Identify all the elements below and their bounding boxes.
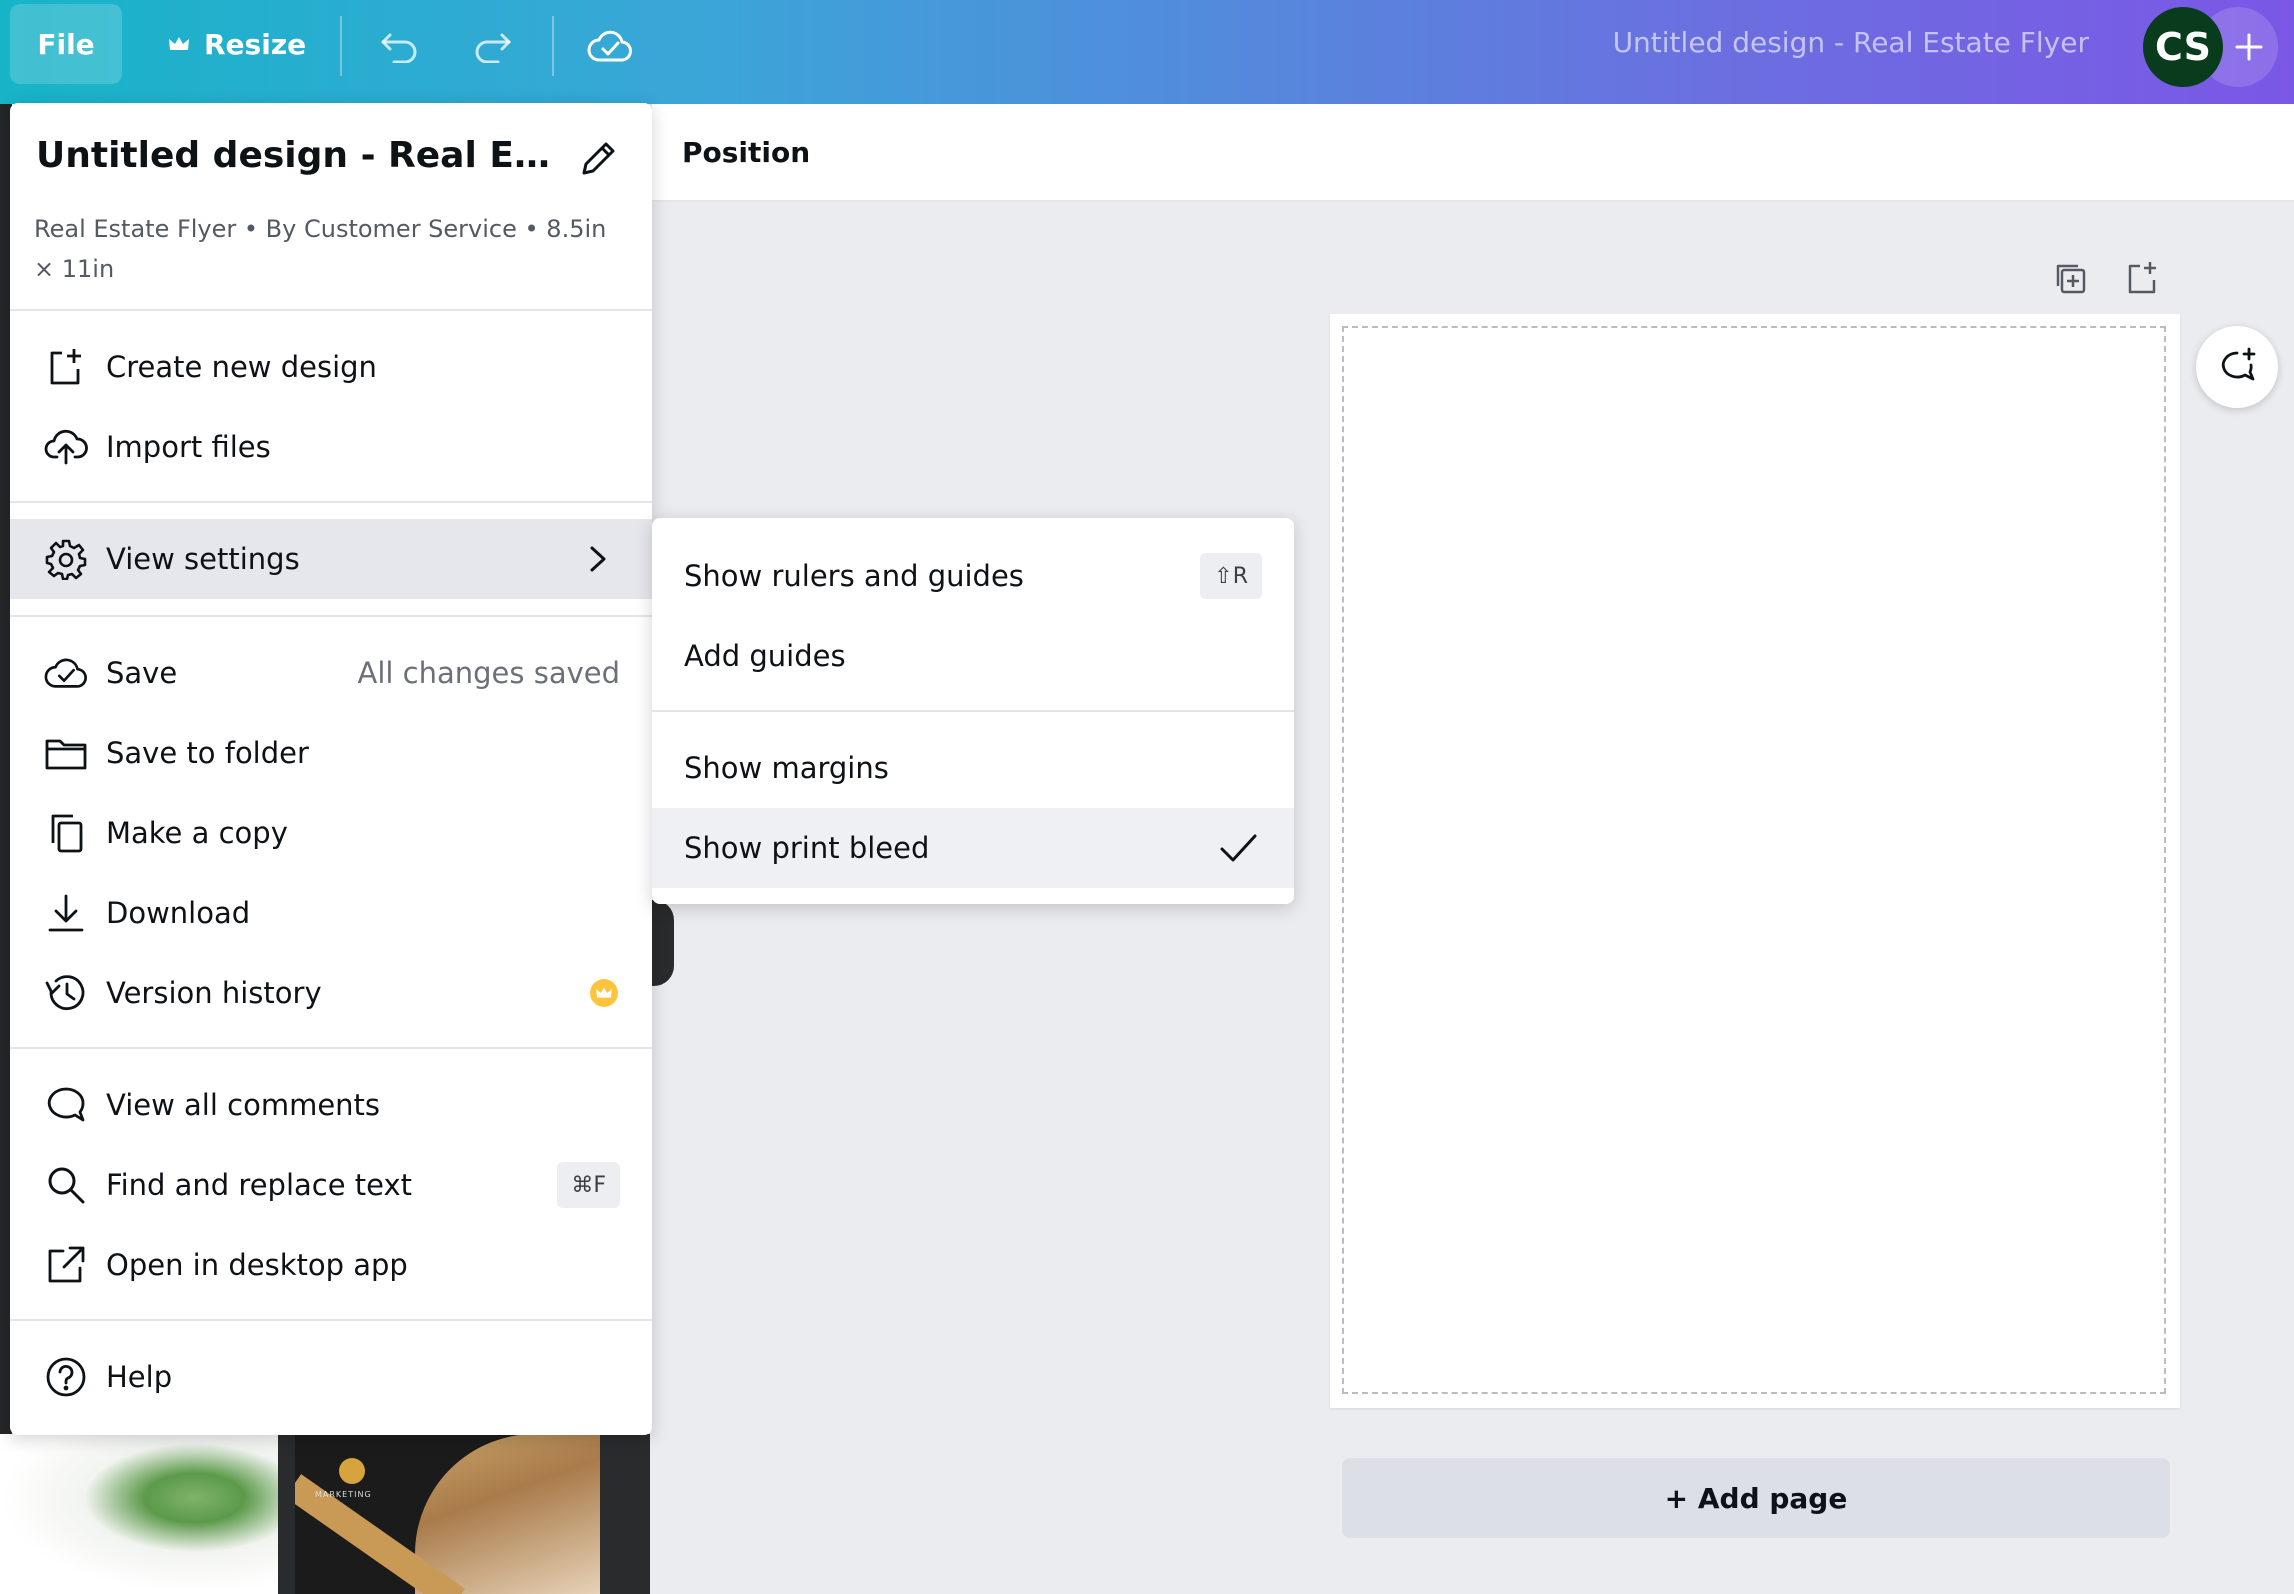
template-thumbnail[interactable] xyxy=(0,1434,278,1594)
menu-divider xyxy=(10,1047,652,1049)
create-design-icon xyxy=(44,345,88,389)
comment-icon xyxy=(44,1083,88,1127)
view-all-comments-item[interactable]: View all comments xyxy=(10,1065,652,1145)
menu-item-label: Version history xyxy=(106,976,322,1010)
add-page-button[interactable]: + Add page xyxy=(1342,1458,2170,1538)
view-settings-item[interactable]: View settings xyxy=(10,519,652,599)
help-item[interactable]: Help xyxy=(10,1337,652,1417)
print-bleed-guide xyxy=(1342,326,2166,1394)
submenu-item-label: Add guides xyxy=(684,639,846,673)
menu-divider xyxy=(10,615,652,617)
menu-item-label: Help xyxy=(106,1360,173,1394)
save-item[interactable]: Save All changes saved xyxy=(10,633,652,713)
save-status: All changes saved xyxy=(357,656,620,690)
crown-icon xyxy=(168,35,190,53)
editor-toolbar xyxy=(652,104,2294,202)
add-comment-button[interactable] xyxy=(2196,326,2278,408)
toolbar-divider xyxy=(552,16,554,76)
design-details: Real Estate Flyer • By Customer Service … xyxy=(34,215,607,283)
show-print-bleed-item[interactable]: Show print bleed xyxy=(652,808,1294,888)
import-files-item[interactable]: Import files xyxy=(10,407,652,487)
resize-button[interactable]: Resize xyxy=(160,4,314,84)
cloud-check-icon xyxy=(44,651,88,695)
menu-item-label: Find and replace text xyxy=(106,1168,413,1202)
keyboard-shortcut: ⇧R xyxy=(1200,553,1262,599)
avatar[interactable]: CS xyxy=(2143,7,2223,87)
file-label: File xyxy=(37,27,95,61)
duplicate-page-icon[interactable] xyxy=(2048,256,2092,300)
menu-item-label: Save to folder xyxy=(106,736,309,770)
submenu-item-label: Show margins xyxy=(684,751,889,785)
menu-item-label: View all comments xyxy=(106,1088,381,1122)
menu-item-label: View settings xyxy=(106,542,300,576)
position-button[interactable]: Position xyxy=(682,136,810,169)
folder-icon xyxy=(44,731,88,775)
cloud-upload-icon xyxy=(44,425,88,469)
history-icon xyxy=(44,971,88,1015)
file-menu: Untitled design - Real Estate Flyer Real… xyxy=(10,103,652,1435)
undo-icon[interactable] xyxy=(374,20,426,72)
show-rulers-item[interactable]: Show rulers and guides ⇧R xyxy=(652,536,1294,616)
gear-icon xyxy=(44,537,88,581)
pencil-icon[interactable] xyxy=(576,137,620,181)
show-margins-item[interactable]: Show margins xyxy=(652,728,1294,808)
resize-label: Resize xyxy=(204,27,307,61)
menu-divider xyxy=(10,1319,652,1321)
submenu-item-label: Show rulers and guides xyxy=(684,559,1024,593)
template-thumbnails: MARKETING xyxy=(0,1434,650,1594)
view-settings-submenu: Show rulers and guides ⇧R Add guides Sho… xyxy=(652,518,1294,904)
menu-item-label: Make a copy xyxy=(106,816,288,850)
panel-collapse-handle[interactable] xyxy=(650,900,674,986)
find-replace-item[interactable]: Find and replace text ⌘F xyxy=(10,1145,652,1225)
add-guides-item[interactable]: Add guides xyxy=(652,616,1294,696)
toolbar-divider xyxy=(340,16,342,76)
save-to-folder-item[interactable]: Save to folder xyxy=(10,713,652,793)
copy-icon xyxy=(44,811,88,855)
help-icon xyxy=(44,1355,88,1399)
menu-design-title[interactable]: Untitled design - Real Estate Flyer xyxy=(36,135,556,176)
chevron-right-icon xyxy=(582,544,612,574)
premium-crown-icon xyxy=(590,979,618,1007)
submenu-item-label: Show print bleed xyxy=(684,831,930,865)
shield-icon xyxy=(339,1458,365,1484)
redo-icon[interactable] xyxy=(466,20,518,72)
menu-item-label: Create new design xyxy=(106,350,377,384)
create-new-design-item[interactable]: Create new design xyxy=(10,327,652,407)
plus-icon xyxy=(2234,32,2264,62)
search-icon xyxy=(44,1163,88,1207)
make-copy-item[interactable]: Make a copy xyxy=(10,793,652,873)
thumbnail-photo xyxy=(415,1434,600,1594)
download-icon xyxy=(44,891,88,935)
menu-item-label: Open in desktop app xyxy=(106,1248,408,1282)
keyboard-shortcut: ⌘F xyxy=(557,1162,620,1208)
cloud-check-icon[interactable] xyxy=(584,20,636,72)
checkmark-icon xyxy=(1218,828,1258,868)
menu-item-label: Save xyxy=(106,656,178,690)
external-link-icon xyxy=(44,1243,88,1287)
comment-plus-icon xyxy=(2215,345,2259,389)
template-thumbnail[interactable]: MARKETING xyxy=(295,1434,600,1594)
version-history-item[interactable]: Version history xyxy=(10,953,652,1033)
menu-divider xyxy=(10,309,652,311)
thumbnail-text: MARKETING xyxy=(315,1490,372,1499)
download-item[interactable]: Download xyxy=(10,873,652,953)
add-page-icon[interactable] xyxy=(2120,256,2164,300)
menu-divider xyxy=(10,501,652,503)
avatar-initials: CS xyxy=(2155,25,2211,69)
menu-item-label: Import files xyxy=(106,430,271,464)
document-title[interactable]: Untitled design - Real Estate Flyer xyxy=(1613,26,2089,59)
file-menu-button[interactable]: File xyxy=(10,4,122,84)
menu-item-label: Download xyxy=(106,896,251,930)
menu-divider xyxy=(652,710,1294,712)
open-desktop-app-item[interactable]: Open in desktop app xyxy=(10,1225,652,1305)
